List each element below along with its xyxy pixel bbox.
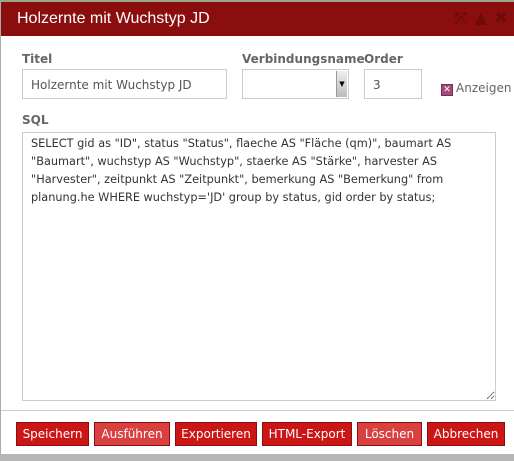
dialog-title: Holzernte mit Wuchstyp JD — [17, 10, 210, 27]
cancel-button[interactable]: Abbrechen — [427, 422, 505, 446]
order-input[interactable]: 3 — [364, 69, 422, 99]
sql-textarea[interactable]: SELECT gid as "ID", status "Status", fla… — [22, 132, 496, 401]
run-button[interactable]: Ausführen — [94, 422, 170, 446]
verbindungsname-select[interactable]: ▼ — [242, 69, 349, 99]
sql-label: SQL — [22, 113, 49, 127]
chevron-down-icon[interactable]: ▼ — [336, 71, 347, 97]
titel-input[interactable]: Holzernte mit Wuchstyp JD — [22, 69, 227, 99]
collapse-arrow-icon[interactable]: ▲ — [473, 10, 489, 26]
anzeigen-checkbox[interactable]: ✕ — [441, 84, 453, 96]
anzeigen-label: Anzeigen — [456, 81, 512, 95]
footer-divider — [1, 410, 514, 411]
export-button[interactable]: Exportieren — [175, 422, 257, 446]
query-dialog: Holzernte mit Wuchstyp JD ⤧ ▲ ✖ Titel Ho… — [0, 2, 514, 454]
verbindungsname-label: Verbindungsname — [242, 52, 365, 66]
html-export-button[interactable]: HTML-Export — [262, 422, 352, 446]
titel-label: Titel — [22, 52, 53, 66]
delete-button[interactable]: Löschen — [357, 422, 422, 446]
save-button[interactable]: Speichern — [16, 422, 89, 446]
order-label: Order — [364, 52, 403, 66]
title-bar[interactable]: Holzernte mit Wuchstyp JD ⤧ ▲ ✖ — [1, 2, 514, 36]
close-icon[interactable]: ✖ — [493, 10, 509, 26]
maximize-icon[interactable]: ⤧ — [453, 10, 469, 26]
